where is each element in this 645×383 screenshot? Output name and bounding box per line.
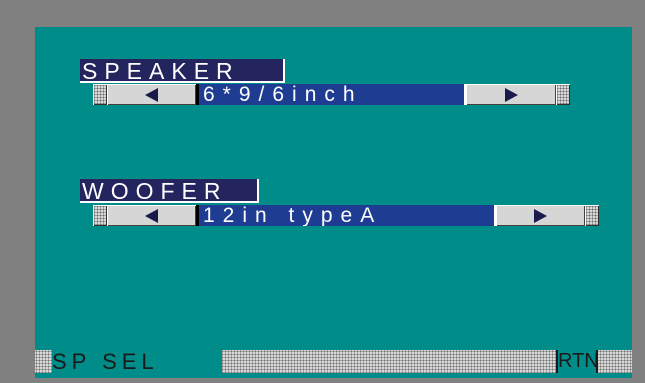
speaker-title: SPEAKER (80, 59, 285, 83)
speaker-value: 6*9/6inch (196, 84, 466, 105)
screen: SPEAKER 6*9/6inch WOOFER 12in typeA SP S… (0, 0, 645, 383)
woofer-right-cap (585, 205, 599, 226)
speaker-selector: 6*9/6inch (0, 84, 645, 105)
speaker-left-cap (93, 84, 107, 105)
status-bar: SP SEL RTN (35, 350, 632, 373)
left-arrow-icon (145, 87, 158, 102)
speaker-prev-button[interactable] (107, 84, 196, 105)
return-button[interactable]: RTN (556, 350, 599, 373)
speaker-right-cap (556, 84, 570, 105)
woofer-title: WOOFER (80, 179, 259, 203)
woofer-next-button[interactable] (496, 205, 585, 226)
woofer-prev-button[interactable] (107, 205, 196, 226)
woofer-left-cap (93, 205, 107, 226)
mode-label: SP SEL (52, 350, 222, 373)
woofer-selector: 12in typeA (0, 205, 645, 226)
left-arrow-icon (145, 208, 158, 223)
right-arrow-icon (504, 87, 518, 102)
right-arrow-icon (534, 208, 547, 223)
woofer-value: 12in typeA (196, 205, 496, 226)
speaker-next-button[interactable] (466, 84, 556, 105)
